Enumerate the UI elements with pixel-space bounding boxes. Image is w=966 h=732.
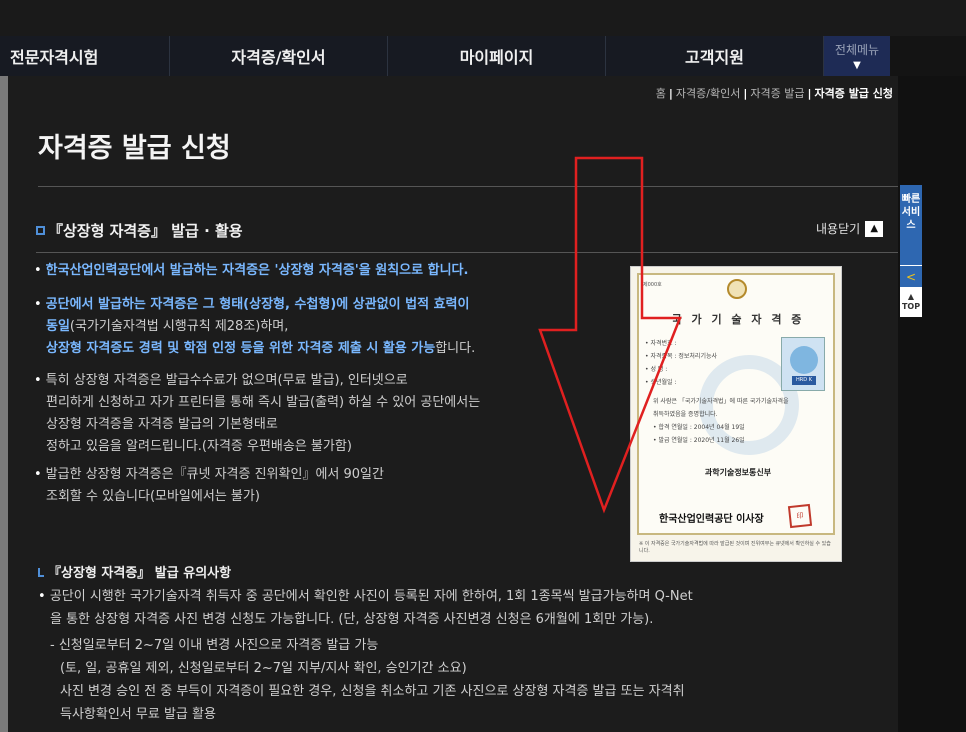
certificate-issuer: 한국산업인력공단 이사장 — [659, 514, 764, 525]
breadcrumb-current: 자격증 발급 신청 — [814, 87, 894, 100]
bullet-4-line-2: 조회할 수 있습니다(모바일에서는 불가) — [46, 489, 260, 504]
bullet-3-line-1: 특히 상장형 자격증은 발급수수료가 없으며(무료 발급), 인터넷으로 — [45, 373, 408, 388]
note-sub-line-1: - 신청일로부터 2~7일 이내 변경 사진으로 자격증 발급 가능 — [50, 638, 379, 653]
note-sub-line-2: (토, 일, 공휴일 제외, 신청일로부터 2~7일 지부/지사 확인, 승인기… — [60, 661, 467, 676]
title-divider — [38, 186, 898, 187]
nav-item-certificate[interactable]: 자격증/확인서 — [170, 36, 388, 76]
left-edge-bar — [0, 76, 8, 732]
nav-filler — [890, 36, 966, 76]
nav-item-support[interactable]: 고객지원 — [606, 36, 824, 76]
page-title: 자격증 발급 신청 — [38, 133, 231, 164]
collapse-content-button[interactable]: 내용닫기 ▲ — [816, 220, 884, 237]
bullet-1-text: 한국산업인력공단에서 발급하는 자격증은 '상장형 자격증'을 원칙으로 합니다… — [45, 263, 469, 278]
cert-body-line: • 발급 연월일 : 2020년 11월 26일 — [653, 437, 745, 444]
notes-header: 『상장형 자격증』 발급 유의사항 — [38, 562, 231, 581]
bullet-2-bold: 동일 — [46, 319, 70, 334]
bullet-3-line-2: 편리하게 신청하고 자가 프린터를 통해 즉시 발급(출력) 하실 수 있어 공… — [46, 395, 481, 410]
bullet-item-2: • 공단에서 발급하는 자격증은 그 형태(상장형, 수첩형)에 상관없이 법적 … — [34, 297, 476, 356]
top-label: TOP — [901, 302, 921, 311]
certificate-number: 제000호 — [643, 282, 662, 288]
chevron-left-icon[interactable]: < — [900, 265, 922, 287]
bullet-2-line-3: 합니다. — [435, 341, 476, 356]
note-1-text: 공단이 시행한 국가기술자격 취득자 중 공단에서 확인한 사진이 등록된 자에… — [49, 589, 693, 604]
square-bullet-icon — [36, 226, 45, 235]
bullet-3-line-4: 정하고 있음을 알려드립니다.(자격증 우편배송은 불가함) — [46, 439, 352, 454]
cert-field: • 성 명 : — [645, 366, 668, 373]
mascot-tag: HRD K — [792, 376, 816, 385]
cert-field: • 자격번호 : — [645, 340, 677, 347]
mascot-photo: HRD K — [781, 337, 825, 391]
bullet-2-bold-2: 상장형 자격증도 경력 및 학점 인정 등을 위한 자격증 제출 시 활용 가능 — [46, 341, 436, 356]
seal-stamp: 印 — [787, 503, 813, 529]
nav-item-mypage[interactable]: 마이페이지 — [388, 36, 606, 76]
main-nav: 전문자격시험 자격증/확인서 마이페이지 고객지원 전체메뉴 ▼ — [0, 36, 890, 76]
cert-field: • 자격종목 : 정보처리기능사 — [645, 353, 718, 360]
bullet-3-line-3: 상장형 자격증을 자격증 발급의 기본형태로 — [46, 417, 278, 432]
certificate-paper: 제000호 국 가 기 술 자 격 증 • 자격번호 : • 자격종목 : 정보… — [637, 273, 835, 535]
cert-body-line: 위 사람은 「국가기술자격법」에 따른 국가기술자격을 — [653, 398, 789, 405]
note-sub-line-4: 득사항확인서 무료 발급 활용 — [60, 707, 216, 722]
quick-service-panel: 빠른서비스 < ▲ TOP — [900, 185, 922, 317]
nav-item-exam[interactable]: 전문자격시험 — [0, 36, 170, 76]
note-sub-line-3: 사진 변경 승인 전 중 부득이 자격증이 필요한 경우, 신청을 취소하고 기… — [60, 684, 685, 699]
breadcrumb: 홈 | 자격증/확인서 | 자격증 발급 | 자격증 발급 신청 — [655, 87, 894, 100]
bullet-2-line-1: 공단에서 발급하는 자격증은 그 형태(상장형, 수첩형)에 상관없이 법적 효… — [45, 297, 470, 312]
note-line-1: • 공단이 시행한 국가기술자격 취득자 중 공단에서 확인한 사진이 등록된 … — [38, 589, 693, 604]
emblem-icon — [727, 279, 747, 299]
certificate-fields: • 자격번호 : • 자격종목 : 정보처리기능사 • 성 명 : • 생년월일… — [645, 337, 717, 389]
cert-body-line: • 합격 연월일 : 2004년 04월 19일 — [653, 424, 745, 431]
certificate-body: 위 사람은 「국가기술자격법」에 따른 국가기술자격을 취득하였음을 증명합니다… — [653, 395, 825, 447]
top-bar — [0, 0, 966, 36]
collapse-label: 내용닫기 — [816, 222, 861, 236]
bullet-item-4: • 발급한 상장형 자격증은『큐넷 자격증 진위확인』에서 90일간 조회할 수 … — [34, 464, 384, 508]
cert-body-line: 취득하였음을 증명합니다. — [653, 411, 718, 418]
cert-field: • 생년월일 : — [645, 379, 677, 386]
certificate-title: 국 가 기 술 자 격 증 — [671, 313, 805, 326]
chevron-up-icon: ▲ — [865, 220, 884, 237]
section-header: 『상장형 자격증』 발급 · 활용 — [36, 220, 243, 241]
breadcrumb-home[interactable]: 홈 — [656, 87, 666, 100]
certificate-footnote: ※ 이 자격증은 국가기술자격법에 따라 발급된 것이며 진위여부는 큐넷에서 … — [639, 541, 831, 554]
certificate-sample-image: 제000호 국 가 기 술 자 격 증 • 자격번호 : • 자격종목 : 정보… — [630, 266, 842, 562]
breadcrumb-level2[interactable]: 자격증 발급 — [750, 87, 804, 100]
certificate-ministry: 과학기술정보통신부 — [704, 468, 772, 477]
mascot-icon — [790, 346, 818, 374]
all-menu-label: 전체메뉴 — [834, 43, 880, 57]
breadcrumb-level1[interactable]: 자격증/확인서 — [676, 87, 740, 100]
bullet-2-line-2: (국가기술자격법 시행규칙 제28조)하며, — [69, 319, 289, 334]
all-menu-button[interactable]: 전체메뉴 ▼ — [824, 36, 890, 76]
corner-bullet-icon — [38, 568, 44, 577]
note-line-2: 을 통한 상장형 자격증 사진 변경 신청도 가능합니다. (단, 상장형 자격… — [50, 612, 654, 627]
chevron-down-icon: ▼ — [853, 60, 861, 71]
section-divider — [36, 252, 898, 253]
right-gutter — [898, 76, 966, 732]
bullet-item-3: • 특히 상장형 자격증은 발급수수료가 없으며(무료 발급), 인터넷으로 편리… — [34, 370, 480, 458]
bullet-4-line-1: 발급한 상장형 자격증은『큐넷 자격증 진위확인』에서 90일간 — [45, 467, 384, 482]
content-area: 홈 | 자격증/확인서 | 자격증 발급 | 자격증 발급 신청 자격증 발급 신청 『상장… — [8, 76, 898, 732]
notes-title: 『상장형 자격증』 발급 유의사항 — [48, 566, 232, 581]
quick-service-button[interactable]: 빠른서비스 — [900, 185, 922, 265]
top-button[interactable]: ▲ TOP — [900, 289, 922, 317]
bullet-item-1: • 한국산업인력공단에서 발급하는 자격증은 '상장형 자격증'을 원칙으로 합니… — [34, 263, 469, 278]
section-title: 『상장형 자격증』 발급 · 활용 — [48, 222, 243, 240]
